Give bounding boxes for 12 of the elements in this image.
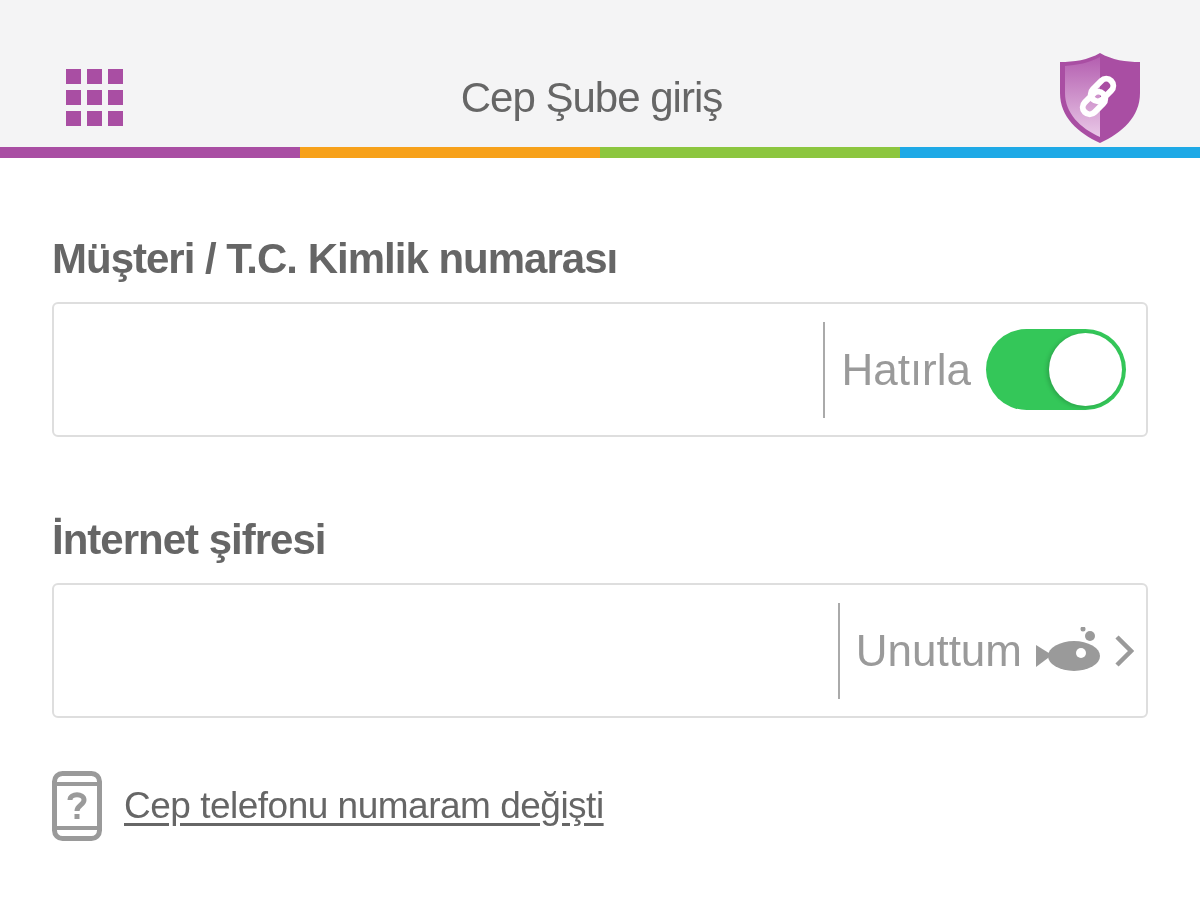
input-field[interactable]: Hatırla: [52, 302, 1148, 437]
chevron-right-icon: [1114, 633, 1134, 668]
page-title: Cep Şube giriş: [460, 72, 723, 123]
phone-changed-link[interactable]: Cep telefonu numaram değişti: [124, 785, 604, 827]
shield-link-icon: [1060, 52, 1140, 143]
field-label: İnternet şifresi: [52, 515, 326, 565]
remember-label: Hatırla: [841, 343, 971, 396]
field-label: Müşteri / T.C. Kimlik numarası: [52, 234, 618, 284]
forgot-password-button[interactable]: Unuttum: [855, 624, 1134, 677]
phone-question-icon: [52, 771, 102, 841]
input-field[interactable]: Unuttum: [52, 583, 1148, 718]
grid-menu-icon[interactable]: [66, 69, 123, 126]
